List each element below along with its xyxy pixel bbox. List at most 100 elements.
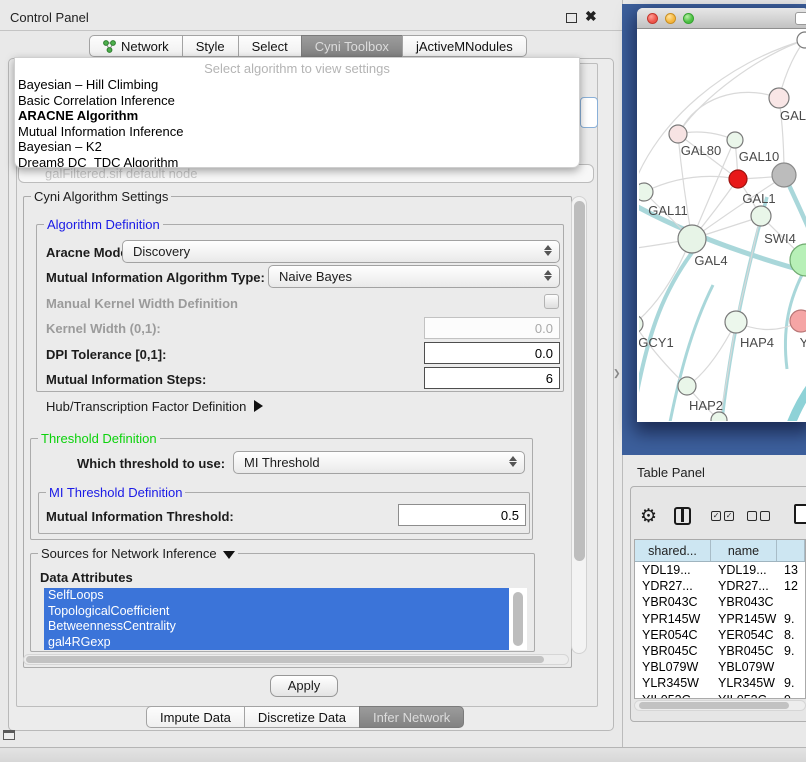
node-table[interactable]: shared...name YDL19...YDL19...13YDR27...… xyxy=(634,539,806,699)
column-header-hidden[interactable] xyxy=(777,540,805,561)
which-threshold-select[interactable]: MI Threshold xyxy=(233,451,525,474)
network-node[interactable] xyxy=(797,32,806,48)
table-row[interactable]: YDL19...YDL19...13 xyxy=(635,562,805,578)
table-horizontal-scrollbar[interactable] xyxy=(634,700,806,711)
network-node[interactable] xyxy=(678,225,706,253)
attribute-item-selfloops[interactable]: SelfLoops xyxy=(44,588,509,604)
network-edge[interactable] xyxy=(639,241,690,324)
network-edge[interactable] xyxy=(789,371,806,421)
kernel-width-input[interactable]: 0.0 xyxy=(424,317,560,339)
attribute-item-gal4rgexp[interactable]: gal4RGexp xyxy=(44,635,509,651)
algorithm-option-aracne-algorithm[interactable]: ARACNE Algorithm xyxy=(15,108,579,124)
network-window[interactable]: GALGAL80GAL10GAL1GAL11SWI4GAL4GCY1HAP4YH… xyxy=(637,8,806,422)
network-node[interactable] xyxy=(790,244,806,276)
network-node[interactable] xyxy=(727,132,743,148)
zoom-traffic-icon[interactable] xyxy=(683,13,694,24)
table-row[interactable]: YLR345WYLR345W9. xyxy=(635,675,805,691)
tab-jactivemnodules[interactable]: jActiveMNodules xyxy=(402,35,527,57)
which-threshold-label: Which threshold to use: xyxy=(77,456,225,471)
network-edge[interactable] xyxy=(736,218,760,322)
split-columns-icon[interactable] xyxy=(674,507,691,525)
hidden-button-fragment xyxy=(580,97,598,128)
algorithm-option-bayesian-hill-climbing[interactable]: Bayesian – Hill Climbing xyxy=(15,77,579,93)
manual-kernel-width-checkbox[interactable] xyxy=(544,294,559,309)
network-node[interactable] xyxy=(678,377,696,395)
checked-pair-icon[interactable]: ✓✓ xyxy=(711,511,734,521)
table-row[interactable]: YBR045CYBR045C9. xyxy=(635,643,805,659)
network-node[interactable] xyxy=(751,206,771,226)
control-panel-tabbar: Network StyleSelectCyni ToolboxjActiveMNo… xyxy=(89,35,527,57)
column-header-name[interactable]: name xyxy=(711,540,777,561)
table-toolbar: ⚙ ✓✓ xyxy=(640,504,783,528)
network-node[interactable] xyxy=(729,170,747,188)
dpi-tolerance-input[interactable]: 0.0 xyxy=(424,342,560,364)
table-row[interactable]: YER054CYER054C8. xyxy=(635,627,805,643)
settings-horizontal-scrollbar[interactable] xyxy=(23,654,569,665)
network-window-titlebar[interactable] xyxy=(637,8,806,29)
table-row[interactable]: YPR145WYPR145W9. xyxy=(635,611,805,627)
tab-discretize-data[interactable]: Discretize Data xyxy=(244,706,360,728)
network-edge[interactable] xyxy=(721,197,767,421)
mi-algorithm-type-label: Mutual Information Algorithm Type: xyxy=(46,270,265,285)
network-node[interactable] xyxy=(790,310,806,332)
network-node[interactable] xyxy=(725,311,747,333)
network-node[interactable] xyxy=(669,125,687,143)
algorithm-option-bayesian-k2[interactable]: Bayesian – K2 xyxy=(15,139,579,155)
algorithm-option-basic-correlation-inference[interactable]: Basic Correlation Inference xyxy=(15,93,579,109)
tab-label: Network xyxy=(121,39,169,54)
table-row[interactable]: YBR043CYBR043C xyxy=(635,594,805,610)
node-label-hap2: HAP2 xyxy=(689,398,723,413)
mi-threshold-input[interactable]: 0.5 xyxy=(398,504,526,526)
apply-button[interactable]: Apply xyxy=(270,675,338,697)
splitter-collapse-icon[interactable]: ❯ xyxy=(613,368,621,379)
table-row[interactable]: YDR27...YDR27...12 xyxy=(635,578,805,594)
unchecked-pair-icon[interactable] xyxy=(747,511,770,521)
aracne-mode-select[interactable]: Discovery xyxy=(122,240,560,263)
network-node[interactable] xyxy=(711,412,727,421)
stepper-icon xyxy=(544,245,552,256)
node-label-gcy1: GCY1 xyxy=(639,335,674,350)
settings-scrollbar-thumb[interactable] xyxy=(574,201,585,561)
network-node[interactable] xyxy=(639,183,653,201)
table-cell: YER054C xyxy=(711,628,777,642)
network-graph: GALGAL80GAL10GAL1GAL11SWI4GAL4GCY1HAP4YH… xyxy=(639,29,806,421)
close-icon[interactable]: ✖ xyxy=(585,8,597,25)
minimize-traffic-icon[interactable] xyxy=(665,13,676,24)
algorithm-option-dream8-dc-tdc-algorithm[interactable]: Dream8 DC_TDC Algorithm xyxy=(15,155,579,169)
mi-threshold-group-label: MI Threshold Definition xyxy=(46,485,185,500)
settings-scrollbar-track[interactable] xyxy=(571,196,587,654)
attribute-item-betweennesscentrality[interactable]: BetweennessCentrality xyxy=(44,619,509,635)
sources-group-label[interactable]: Sources for Network Inference xyxy=(38,546,238,561)
tab-infer-network[interactable]: Infer Network xyxy=(359,706,464,728)
table-row[interactable]: YIL052CYIL052C9 xyxy=(635,692,805,700)
mi-steps-input[interactable]: 6 xyxy=(424,367,560,389)
network-canvas[interactable]: GALGAL80GAL10GAL1GAL11SWI4GAL4GCY1HAP4YH… xyxy=(639,29,806,421)
attribute-item-topologicalcoefficient[interactable]: TopologicalCoefficient xyxy=(44,604,509,620)
tab-cyni-toolbox[interactable]: Cyni Toolbox xyxy=(301,35,403,57)
float-panel-icon[interactable] xyxy=(566,13,577,23)
gear-icon[interactable]: ⚙ xyxy=(640,505,657,528)
network-node[interactable] xyxy=(639,315,643,333)
algorithm-option-mutual-information-inference[interactable]: Mutual Information Inference xyxy=(15,124,579,140)
table-header-row[interactable]: shared...name xyxy=(635,540,805,562)
hub-definition-expander[interactable]: Hub/Transcription Factor Definition xyxy=(46,399,263,414)
network-node[interactable] xyxy=(772,163,796,187)
tab-network[interactable]: Network xyxy=(89,35,183,57)
threshold-definition-label: Threshold Definition xyxy=(38,431,160,446)
mi-algorithm-type-select[interactable]: Naive Bayes xyxy=(268,265,560,288)
table-panel-title: Table Panel xyxy=(637,465,705,480)
column-header-shared[interactable]: shared... xyxy=(635,540,711,561)
page-icon[interactable] xyxy=(794,504,806,524)
tab-style[interactable]: Style xyxy=(182,35,239,57)
network-edge[interactable] xyxy=(680,92,779,132)
network-node[interactable] xyxy=(769,88,789,108)
data-attributes-list[interactable]: SelfLoopsTopologicalCoefficientBetweenne… xyxy=(44,588,527,650)
tab-impute-data[interactable]: Impute Data xyxy=(146,706,245,728)
table-row[interactable]: YBL079WYBL079W xyxy=(635,659,805,675)
network-edge[interactable] xyxy=(644,176,737,192)
tab-select[interactable]: Select xyxy=(238,35,302,57)
attributes-list-scrollbar[interactable] xyxy=(513,592,523,646)
restore-panel-icon[interactable] xyxy=(3,730,15,740)
which-threshold-value: MI Threshold xyxy=(244,455,320,470)
close-traffic-icon[interactable] xyxy=(647,13,658,24)
